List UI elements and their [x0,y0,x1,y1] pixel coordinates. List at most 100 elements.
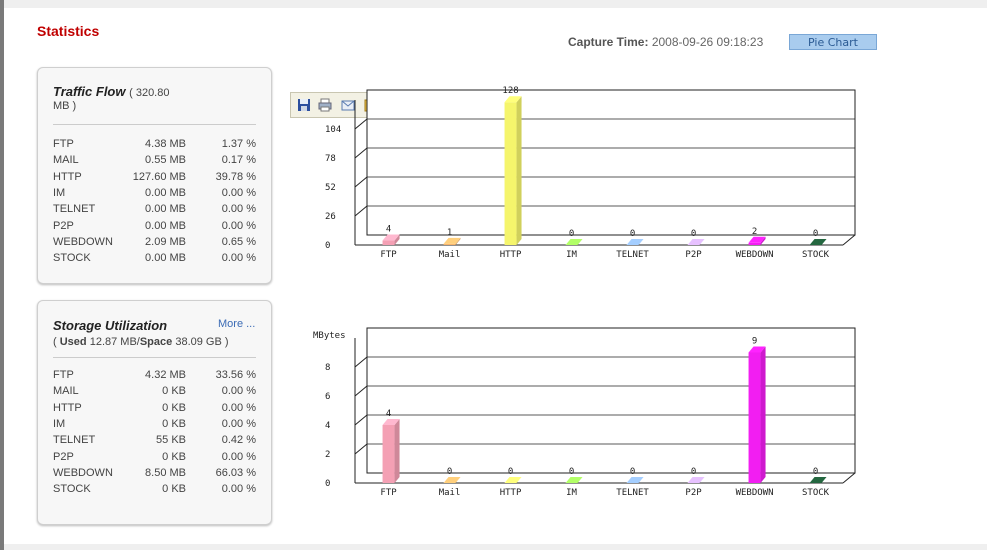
grid-line [354,118,368,130]
row-name: HTTP [53,170,82,183]
table-row: FTP 4.38 MB 1.37 % [53,138,256,154]
grid-line [354,385,368,397]
bar-im [565,477,583,483]
row-percent: 0.00 % [221,483,256,496]
x-axis-depth [842,234,856,246]
row-size: 0.00 MB [145,252,186,265]
bar-ftp [382,419,400,483]
row-name: IM [53,186,66,199]
x-axis-depth [842,472,856,484]
row-size: 55 KB [156,434,186,447]
row-size: 8.50 MB [145,466,186,479]
bar-ftp [382,234,400,245]
table-row: TELNET 0.00 MB 0.00 % [53,203,256,219]
bar-p2p [687,239,705,245]
data-label: 0 [569,229,574,239]
data-label: 1 [447,228,452,238]
row-percent: 1.37 % [221,138,256,150]
table-row: STOCK 0 KB 0.00 % [53,483,256,499]
y-tick-label: 4 [325,421,330,431]
row-name: MAIL [53,154,79,167]
data-label: 4 [386,409,391,419]
traffic-flow-total-cont: MB ) [53,100,77,112]
traffic-flow-header: Traffic Flow ( 320.80 [53,84,169,99]
row-name: P2P [53,219,74,232]
y-axis-label: MBytes [313,331,346,341]
y-tick-label: 104 [325,125,341,135]
row-name: HTTP [53,401,82,414]
data-label: 0 [630,467,635,477]
row-size: 127.60 MB [132,170,186,183]
y-tick-label: 6 [325,392,330,402]
capture-value: 2008-09-26 09:18:23 [651,35,764,49]
bar-telnet [626,239,644,245]
row-size: 0 KB [162,450,186,463]
x-tick-label: Mail [439,488,461,498]
row-name: TELNET [53,203,96,216]
grid-line [354,176,368,188]
row-name: MAIL [53,385,79,398]
more-link[interactable]: More ... [218,318,255,330]
storage-utilization-panel: Storage Utilization More ... ( Used 12.8… [37,300,272,525]
traffic-flow-total: ( 320.80 [129,87,170,99]
x-tick-label: WEBDOWN [736,250,774,260]
x-tick-label: Mail [439,250,461,260]
capture-label: Capture Time: [568,35,649,49]
data-label: 0 [508,467,513,477]
row-name: IM [53,417,66,430]
data-label: 9 [752,337,757,347]
x-tick-label: STOCK [802,250,830,260]
used-value: 12.87 MB/ [89,336,140,348]
divider [53,124,256,125]
x-tick-label: STOCK [802,488,830,498]
bar-http [504,477,522,483]
capture-time: Capture Time: 2008-09-26 09:18:23 [568,35,763,49]
x-tick-label: HTTP [500,250,522,260]
row-size: 0 KB [162,385,186,398]
table-row: STOCK 0.00 MB 0.00 % [53,252,256,268]
plot-frame [366,327,856,474]
bar-mail [443,477,461,483]
y-tick-label: 78 [325,154,336,164]
traffic-flow-panel: Traffic Flow ( 320.80 MB ) FTP 4.38 MB 1.3… [37,67,272,284]
bar-p2p [687,477,705,483]
row-size: 0.55 MB [145,154,186,167]
bar-mail [443,237,461,245]
grid-line [354,356,368,368]
row-percent: 33.56 % [215,369,256,381]
used-label: Used [59,336,87,348]
row-name: TELNET [53,434,96,447]
table-row: HTTP 0 KB 0.00 % [53,402,256,418]
table-row: IM 0 KB 0.00 % [53,418,256,434]
plot-frame [366,89,856,236]
row-percent: 0.00 % [221,252,256,265]
divider [53,357,256,358]
data-label: 2 [752,227,757,237]
row-percent: 0.00 % [221,401,256,414]
data-label: 0 [813,229,818,239]
y-tick-label: 52 [325,183,336,193]
row-percent: 0.00 % [221,417,256,430]
row-name: WEBDOWN [53,466,113,479]
row-size: 2.09 MB [145,235,186,248]
y-tick-label: 2 [325,450,330,460]
row-percent: 0.65 % [221,235,256,248]
bar-webdown [748,346,766,483]
data-label: 0 [691,467,696,477]
x-tick-label: TELNET [616,488,649,498]
pie-chart-button[interactable]: Pie Chart [789,34,877,50]
row-size: 0.00 MB [145,203,186,216]
data-label: 128 [502,86,518,96]
row-percent: 0.00 % [221,203,256,216]
table-row: FTP 4.32 MB 33.56 % [53,369,256,385]
row-name: FTP [53,369,74,381]
row-size: 0.00 MB [145,186,186,199]
table-row: MAIL 0 KB 0.00 % [53,385,256,401]
grid-line [354,443,368,455]
table-row: MAIL 0.55 MB 0.17 % [53,154,256,170]
bottom-bar [4,544,987,550]
x-tick-label: TELNET [616,250,649,260]
row-name: WEBDOWN [53,235,113,248]
space-label: Space [139,336,173,348]
y-tick-label: 0 [325,241,330,251]
